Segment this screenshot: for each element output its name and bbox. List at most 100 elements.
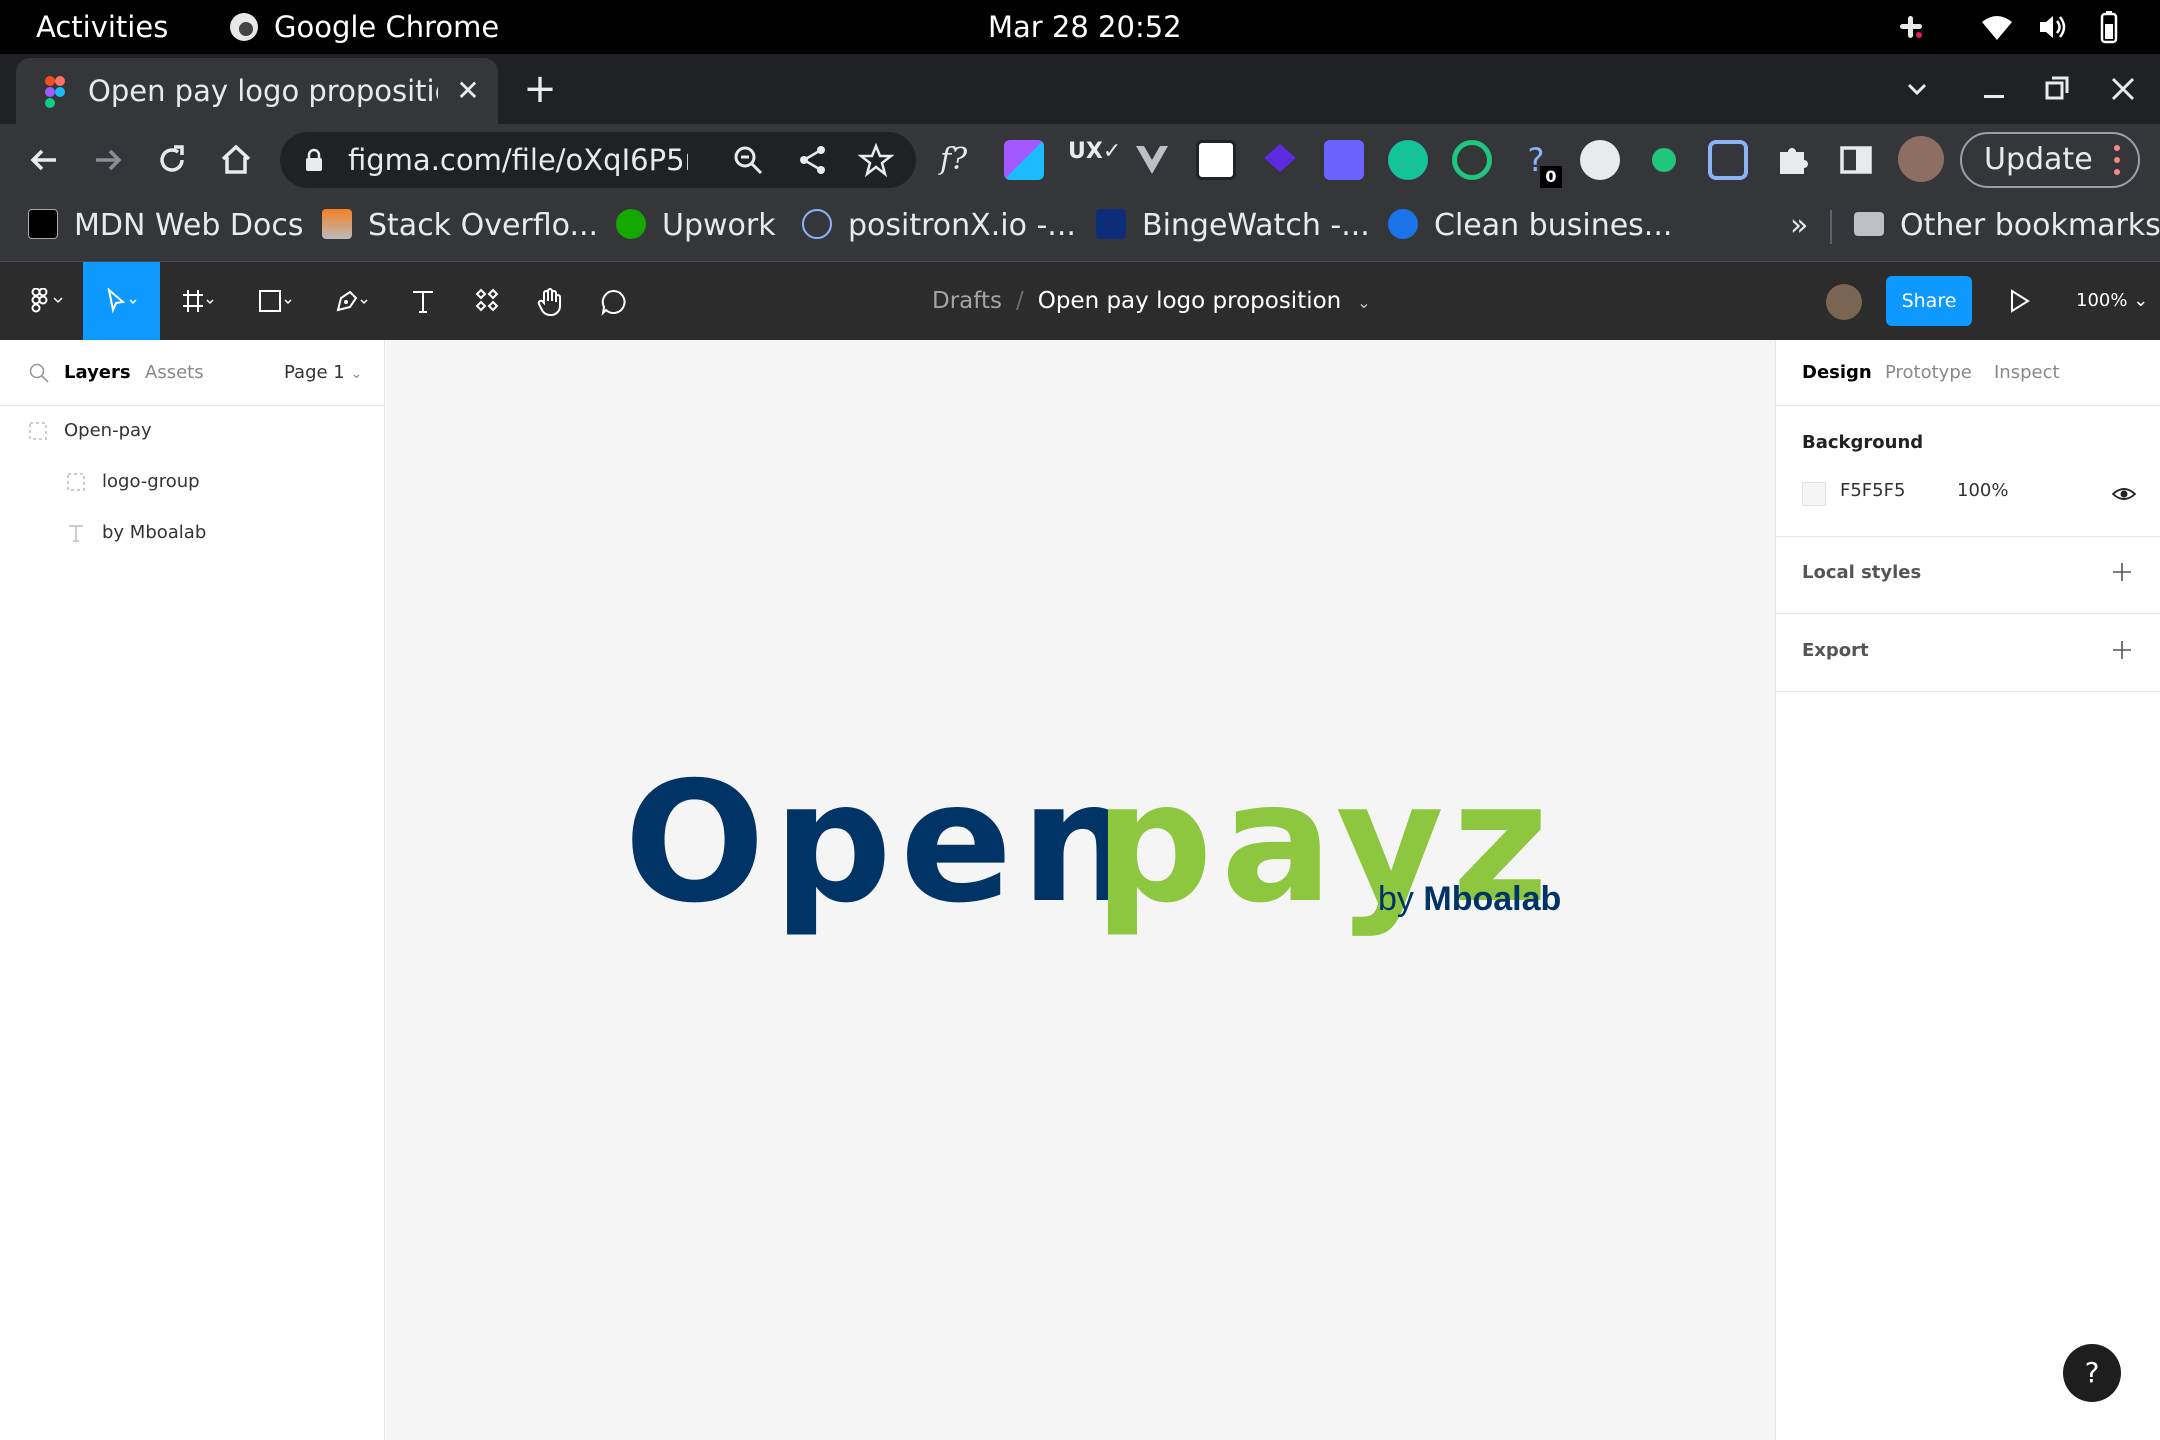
frame-tool[interactable] — [160, 262, 230, 340]
bookmark-label: Clean busines... — [1434, 208, 1673, 243]
share-icon[interactable] — [795, 142, 831, 178]
bookmark-label: MDN Web Docs — [74, 208, 304, 243]
ux-check-extension-icon[interactable]: UX✓ — [1068, 140, 1121, 180]
eye-icon[interactable] — [2112, 482, 2136, 506]
mdn-icon — [28, 208, 58, 239]
background-color-swatch[interactable] — [1802, 482, 1826, 506]
forward-icon[interactable] — [86, 138, 130, 182]
zoom-level-dropdown[interactable]: 100% ⌄ — [2076, 262, 2148, 340]
tab-inspect[interactable]: Inspect — [1994, 340, 2060, 406]
user-avatar[interactable] — [1826, 284, 1862, 320]
text-tool[interactable] — [388, 262, 458, 340]
battery-icon[interactable] — [2092, 10, 2126, 44]
grammarly-icon[interactable] — [1388, 140, 1428, 180]
bookmark-mdn[interactable]: MDN Web Docs — [28, 196, 303, 262]
breadcrumb-drafts[interactable]: Drafts — [932, 288, 1002, 314]
slack-icon[interactable] — [1894, 10, 1928, 44]
restore-icon[interactable] — [2036, 68, 2078, 110]
extension-icon-7[interactable] — [1324, 140, 1364, 180]
extensions-puzzle-icon[interactable] — [1772, 140, 1812, 180]
layer-row-by-mboalab[interactable]: by Mboalab — [0, 508, 385, 558]
screen-capture-icon[interactable] — [1708, 140, 1748, 180]
zoom-icon[interactable] — [730, 142, 766, 178]
tab-layers[interactable]: Layers — [64, 340, 131, 406]
properties-panel: Design Prototype Inspect Background F5F5… — [1775, 340, 2160, 1440]
comment-tool[interactable] — [578, 262, 648, 340]
address-bar[interactable]: figma.com/file/oXqI6P5m... — [280, 132, 916, 188]
side-panel-icon[interactable] — [1836, 140, 1876, 180]
chevron-down-icon[interactable]: ⌄ — [1357, 293, 1370, 312]
bookmark-clean-business[interactable]: Clean busines... — [1388, 196, 1672, 262]
reload-icon[interactable] — [150, 138, 194, 182]
minimize-icon[interactable] — [1972, 68, 2014, 110]
extension-icon-9[interactable] — [1452, 140, 1492, 180]
background-opacity-input[interactable]: 100% — [1957, 480, 2008, 501]
active-tab[interactable]: Open pay logo proposition ✕ — [16, 58, 498, 124]
layer-row-open-pay[interactable]: Open-pay — [0, 406, 385, 456]
move-tool[interactable] — [83, 262, 160, 340]
close-window-icon[interactable] — [2102, 68, 2144, 110]
page-selector[interactable]: Page 1 ⌄ — [284, 340, 362, 407]
frame-layer-icon — [29, 422, 47, 440]
vue-devtools-icon[interactable] — [1132, 140, 1172, 180]
extension-icon-5[interactable] — [1196, 140, 1236, 180]
clock[interactable]: Mar 28 20:52 — [988, 0, 1182, 54]
background-hex-input[interactable]: F5F5F5 — [1840, 480, 1905, 501]
ghostery-icon[interactable] — [1580, 140, 1620, 180]
bookmark-label: Upwork — [662, 208, 776, 243]
pen-tool[interactable] — [312, 262, 382, 340]
tab-search-icon[interactable] — [1896, 68, 1938, 110]
present-play-icon[interactable] — [2004, 286, 2034, 316]
group-layer-icon — [67, 473, 85, 491]
layers-panel-header: Layers Assets Page 1 ⌄ — [0, 340, 385, 406]
tab-prototype[interactable]: Prototype — [1885, 340, 1972, 406]
logo-text-open[interactable]: Open — [624, 744, 1147, 944]
update-button[interactable]: Update — [1960, 132, 2140, 188]
back-icon[interactable] — [22, 138, 66, 182]
components-icon — [475, 288, 499, 312]
other-bookmarks-folder[interactable]: Other bookmarks — [1854, 196, 2160, 262]
hand-tool[interactable] — [514, 262, 584, 340]
activities-button[interactable]: Activities — [36, 0, 168, 54]
share-button[interactable]: Share — [1886, 276, 1972, 326]
home-icon[interactable] — [214, 138, 258, 182]
breadcrumb: Drafts / Open pay logo proposition ⌄ — [932, 262, 1371, 340]
bookmark-positronx[interactable]: positronX.io -... — [802, 196, 1076, 262]
tab-design[interactable]: Design — [1802, 340, 1872, 406]
comment-icon — [601, 289, 626, 316]
layers-extension-icon[interactable] — [1260, 140, 1300, 180]
url-text[interactable]: figma.com/file/oXqI6P5m... — [348, 132, 688, 188]
volume-icon[interactable] — [2036, 10, 2070, 44]
tab-assets[interactable]: Assets — [145, 340, 204, 406]
bookmarks-overflow-button[interactable]: » — [1790, 196, 1808, 256]
extension-icon-2[interactable] — [1004, 140, 1044, 180]
close-tab-icon[interactable]: ✕ — [450, 73, 486, 109]
design-canvas[interactable]: Open payz by Mboalab — [386, 340, 1775, 1440]
profile-avatar[interactable] — [1898, 136, 1944, 182]
cursor-icon — [107, 288, 137, 314]
resources-tool[interactable] — [452, 262, 522, 340]
file-name[interactable]: Open pay logo proposition — [1038, 288, 1342, 314]
wifi-icon[interactable] — [1980, 10, 2014, 44]
help-button[interactable]: ? — [2063, 1344, 2121, 1402]
bookmark-star-icon[interactable] — [858, 142, 894, 178]
bookmarks-divider — [1830, 210, 1832, 244]
app-menu[interactable]: Google Chrome — [274, 0, 499, 54]
new-tab-button[interactable]: + — [520, 69, 560, 109]
bookmark-bingewatch[interactable]: BingeWatch -... — [1096, 196, 1370, 262]
lock-icon[interactable] — [304, 148, 324, 172]
whatfont-extension-icon[interactable]: f? — [940, 140, 980, 180]
update-label: Update — [1984, 142, 2093, 177]
bookmark-upwork[interactable]: Upwork — [616, 196, 776, 262]
logo-tagline[interactable]: by Mboalab — [1378, 880, 1561, 919]
extension-icon-12[interactable] — [1652, 148, 1676, 172]
layer-row-logo-group[interactable]: logo-group — [0, 457, 385, 507]
main-menu-button[interactable] — [8, 262, 78, 340]
shape-tool[interactable] — [236, 262, 306, 340]
add-export-plus-icon[interactable] — [2110, 638, 2134, 662]
add-style-plus-icon[interactable] — [2110, 560, 2134, 584]
openpayz-logo[interactable]: Open payz — [624, 747, 1584, 950]
menu-dots-icon[interactable] — [2114, 144, 2120, 176]
bookmark-stackoverflow[interactable]: Stack Overflo... — [322, 196, 598, 262]
search-icon[interactable] — [28, 362, 50, 384]
